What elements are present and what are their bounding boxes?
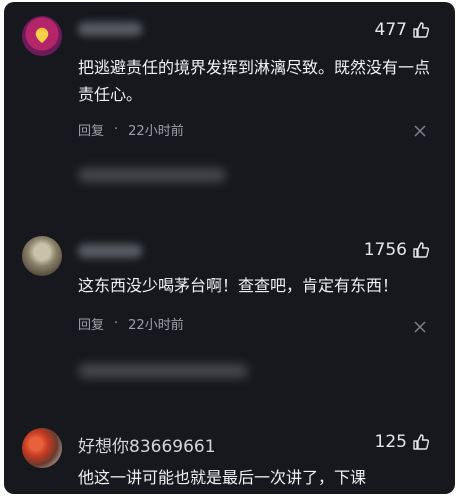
reply-preview-blurred[interactable] [78, 168, 226, 182]
close-icon[interactable] [413, 124, 427, 138]
avatar[interactable] [22, 428, 62, 468]
timestamp: 22小时前 [128, 124, 184, 139]
thumb-up-icon [413, 434, 430, 450]
reply-preview-blurred[interactable] [78, 364, 248, 378]
reply-button[interactable]: 回复 [78, 314, 104, 333]
like-count: 477 [374, 20, 407, 40]
comment-text: 把逃避责任的境界发挥到淋漓尽致。既然没有一点责任心。 [78, 58, 431, 104]
comment-meta: 回复 · 22小时前 [78, 314, 184, 333]
timestamp: 22小时前 [128, 318, 184, 333]
like-button[interactable]: 125 [375, 432, 431, 452]
avatar[interactable] [22, 236, 62, 276]
like-button[interactable]: 477 [375, 20, 431, 40]
thumb-up-icon [413, 242, 430, 258]
like-count: 1756 [363, 240, 407, 260]
heart-emblem-icon [36, 30, 48, 43]
username[interactable]: 好想你83669661 [78, 432, 216, 457]
comment-list: 477 把逃避责任的境界发挥到淋漓尽致。既然没有一点责任心。 回复 · 22小时… [4, 2, 455, 494]
username[interactable] [78, 244, 142, 258]
comment-text: 这东西没少喝茅台啊！查查吧，肯定有东西！ [78, 276, 399, 295]
username[interactable] [78, 22, 142, 36]
reply-button[interactable]: 回复 [78, 120, 104, 139]
close-icon[interactable] [413, 320, 427, 334]
avatar[interactable] [22, 16, 62, 56]
like-count: 125 [374, 432, 407, 452]
like-button[interactable]: 1756 [364, 240, 431, 260]
thumb-up-icon [413, 22, 430, 38]
comment-text: 他这一讲可能也就是最后一次讲了，下课 [78, 468, 367, 487]
comment-meta: 回复 · 22小时前 [78, 120, 184, 139]
